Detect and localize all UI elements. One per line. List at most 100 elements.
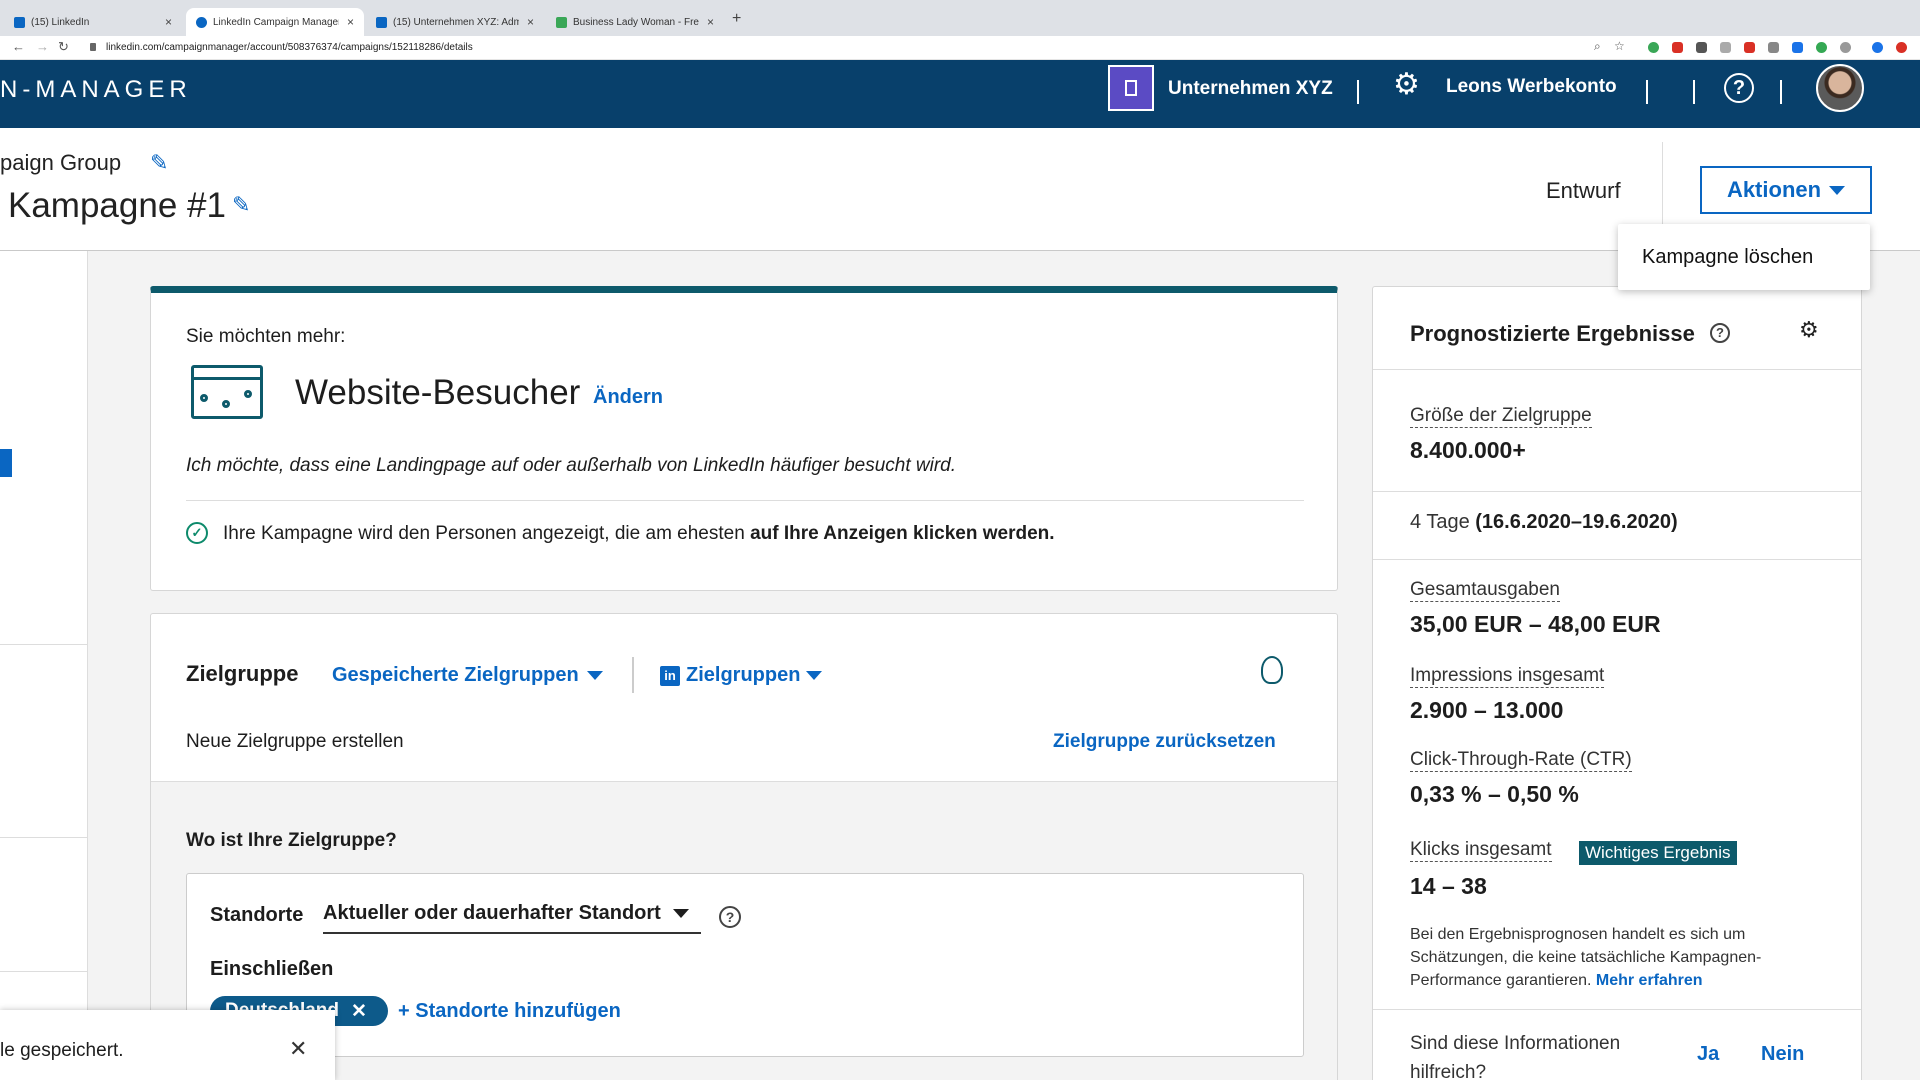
actions-label: Aktionen (1726, 177, 1822, 202)
header-divider (1646, 80, 1648, 104)
divider (1373, 369, 1861, 370)
objective-name: Website-Besucher (295, 373, 581, 412)
extension-icon[interactable] (1896, 42, 1907, 53)
saved-audiences-label: Gespeicherte Zielgruppen (332, 664, 579, 686)
new-audience-label: Neue Zielgruppe erstellen (186, 731, 404, 752)
extension-icon[interactable] (1744, 42, 1755, 53)
objective-card: Sie möchten mehr: Website-Besucher Änder… (150, 286, 1338, 591)
extension-icon[interactable] (1720, 42, 1731, 53)
main-content: Sie möchten mehr: Website-Besucher Änder… (0, 251, 1920, 1080)
location-type-select[interactable]: Aktueller oder dauerhafter Standort (323, 902, 701, 934)
browser-tab-active[interactable]: LinkedIn Campaign Manager × (186, 8, 364, 36)
close-tab-icon[interactable]: × (165, 15, 172, 29)
learn-more-link[interactable]: Mehr erfahren (1596, 972, 1703, 989)
company-name[interactable]: Unternehmen XYZ (1168, 78, 1333, 100)
forecast-disclaimer: Bei den Ergebnisprognosen handelt es sic… (1410, 926, 1762, 989)
help-icon[interactable]: ? (1710, 323, 1730, 343)
reload-icon[interactable]: ↻ (58, 39, 69, 55)
tab-label: (15) LinkedIn (31, 16, 90, 28)
campaign-manager-favicon-icon (196, 16, 207, 28)
audience-size-label[interactable]: Größe der Zielgruppe (1410, 405, 1592, 428)
browser-tab[interactable]: Business Lady Woman - Free p × (546, 8, 724, 36)
divider (0, 644, 88, 645)
left-sidebar (0, 251, 88, 1080)
total-clicks-label[interactable]: Klicks insgesamt (1410, 839, 1552, 862)
extension-icon[interactable] (1816, 42, 1827, 53)
linkedin-logo-icon: in (660, 665, 680, 686)
close-tab-icon[interactable]: × (347, 15, 354, 29)
company-icon[interactable] (1108, 65, 1154, 111)
help-icon[interactable]: ? (719, 906, 741, 928)
locations-label: Standorte (210, 904, 304, 926)
divider (0, 837, 88, 838)
account-name[interactable]: Leons Werbekonto (1446, 76, 1617, 98)
change-objective-link[interactable]: Ändern (593, 386, 663, 409)
linkedin-audiences-label: Zielgruppen (686, 664, 801, 686)
extension-icon[interactable] (1768, 42, 1779, 53)
objective-prompt: Sie möchten mehr: (186, 326, 346, 347)
ctr-value: 0,33 % – 0,50 % (1410, 781, 1579, 807)
add-locations-button[interactable]: + Standorte hinzufügen (398, 1000, 621, 1023)
extension-icon[interactable] (1672, 42, 1683, 53)
caret-down-icon (1829, 185, 1846, 195)
help-icon[interactable]: ? (1724, 73, 1754, 103)
caret-down-icon (672, 909, 689, 918)
profile-icon[interactable] (1872, 42, 1883, 53)
forecast-duration: 4 Tage (16.6.2020–19.6.2020) (1410, 511, 1678, 533)
website-visits-icon (191, 365, 263, 419)
brand-title[interactable]: N-MANAGER (0, 76, 192, 104)
linkedin-audiences-dropdown[interactable]: in Zielgruppen (660, 664, 823, 687)
browser-tab[interactable]: (15) Unternehmen XYZ: Admin × (366, 8, 544, 36)
zoom-icon[interactable]: ⌕ (1594, 39, 1601, 54)
header-divider (1357, 80, 1359, 104)
back-icon[interactable]: ← (12, 39, 25, 54)
lightbulb-icon[interactable] (1261, 656, 1283, 684)
linkedin-favicon-icon (376, 16, 387, 28)
saved-toast: le gespeichert. ✕ (0, 1010, 335, 1080)
bookmark-star-icon[interactable]: ☆ (1614, 39, 1625, 53)
total-spend-value: 35,00 EUR – 48,00 EUR (1410, 611, 1661, 637)
remove-chip-icon[interactable]: ✕ (351, 1000, 367, 1023)
linkedin-favicon-icon (14, 16, 25, 28)
caret-down-icon (806, 671, 823, 680)
impressions-label[interactable]: Impressions insgesamt (1410, 665, 1605, 688)
gear-icon[interactable]: ⚙ (1799, 317, 1819, 343)
browser-tab[interactable]: (15) LinkedIn × (4, 8, 182, 36)
no-button[interactable]: Nein (1761, 1043, 1804, 1066)
caret-down-icon (586, 671, 603, 680)
forward-icon[interactable]: → (36, 39, 49, 54)
audience-size-value: 8.400.000+ (1410, 437, 1526, 463)
total-clicks-value: 14 – 38 (1410, 873, 1487, 899)
extension-icon[interactable] (1840, 42, 1851, 53)
close-tab-icon[interactable]: × (527, 15, 534, 29)
extension-icon[interactable] (1792, 42, 1803, 53)
saved-audiences-dropdown[interactable]: Gespeicherte Zielgruppen (332, 664, 603, 687)
tab-label: Business Lady Woman - Free p (573, 16, 699, 28)
forecast-title: Prognostizierte Ergebnisse (1410, 321, 1695, 346)
helpful-question: Sind diese Informationen hilfreich? (1410, 1033, 1621, 1080)
edit-pencil-icon[interactable]: ✎ (232, 192, 250, 218)
location-type-value: Aktueller oder dauerhafter Standort (323, 902, 661, 924)
actions-button[interactable]: Aktionen (1700, 166, 1872, 214)
extension-icon[interactable] (1696, 42, 1707, 53)
divider (1373, 559, 1861, 560)
campaign-name: Kampagne #1 (8, 186, 226, 225)
close-tab-icon[interactable]: × (707, 15, 714, 29)
address-bar: ← → ↻ linkedin.com/campaignmanager/accou… (0, 36, 1920, 60)
url-field[interactable]: linkedin.com/campaignmanager/account/508… (106, 42, 473, 53)
avatar[interactable] (1816, 64, 1864, 112)
ctr-label[interactable]: Click-Through-Rate (CTR) (1410, 749, 1632, 772)
new-tab-button[interactable]: + (732, 10, 741, 28)
extension-icon[interactable] (1648, 42, 1659, 53)
reset-audience-link[interactable]: Zielgruppe zurücksetzen (1053, 731, 1276, 753)
check-circle-icon: ✓ (186, 522, 208, 544)
edit-pencil-icon[interactable]: ✎ (150, 150, 168, 176)
lock-icon (90, 43, 96, 51)
header-divider (1693, 80, 1695, 104)
gear-icon[interactable]: ⚙ (1393, 70, 1420, 100)
location-question: Wo ist Ihre Zielgruppe? (186, 830, 397, 851)
yes-button[interactable]: Ja (1697, 1043, 1719, 1066)
close-icon[interactable]: ✕ (289, 1036, 307, 1062)
total-spend-label[interactable]: Gesamtausgaben (1410, 579, 1560, 602)
delete-campaign-menu-item[interactable]: Kampagne löschen (1642, 246, 1813, 269)
